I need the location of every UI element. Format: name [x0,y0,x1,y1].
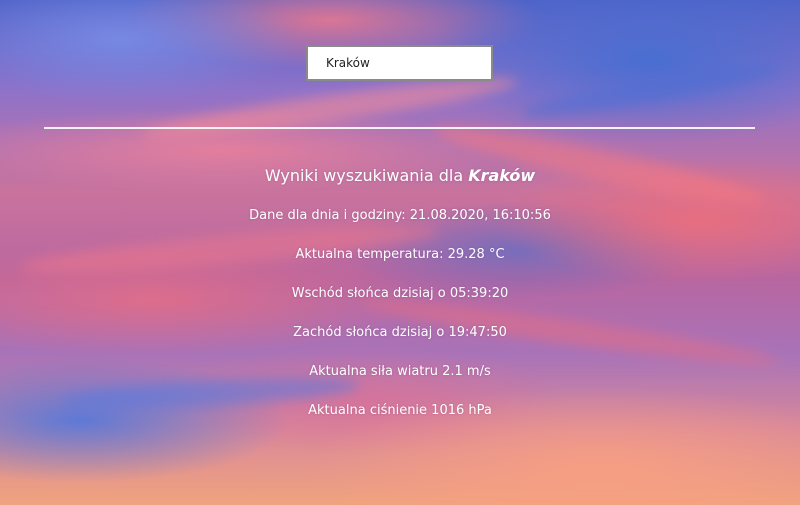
date-time-line: Dane dla dnia i godziny: 21.08.2020, 16:… [249,208,551,223]
weather-page: Wyniki wyszukiwania dla Kraków Dane dla … [0,0,800,505]
results-heading-prefix: Wyniki wyszukiwania dla [264,166,464,185]
results-heading: Wyniki wyszukiwania dla Kraków [0,165,800,187]
sunset-line: Zachód słońca dzisiaj o 19:47:50 [293,325,507,340]
wind-line: Aktualna siła wiatru 2.1 m/s [309,364,491,379]
results-heading-city: Kraków [468,166,536,185]
city-search-input[interactable] [306,45,493,81]
temperature-line: Aktualna temperatura: 29.28 °C [295,247,505,262]
divider [44,127,755,129]
sunrise-line: Wschód słońca dzisiaj o 05:39:20 [291,286,509,301]
pressure-line: Aktualna ciśnienie 1016 hPa [308,403,492,418]
